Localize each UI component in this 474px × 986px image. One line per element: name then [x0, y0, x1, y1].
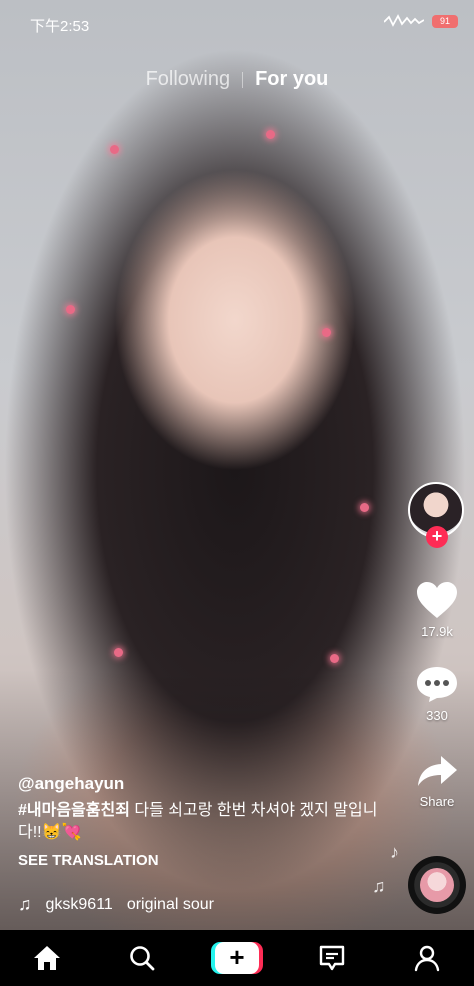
inbox-icon: [319, 945, 344, 971]
status-bar: 下午2:53 91: [0, 0, 474, 44]
share-button[interactable]: Share: [412, 752, 462, 809]
comment-button[interactable]: 330: [412, 664, 462, 723]
status-time: 下午2:53: [30, 18, 90, 35]
music-disc-cover: [420, 868, 454, 902]
music-author: gksk9611: [45, 895, 113, 913]
tab-divider: [242, 71, 244, 88]
nav-profile[interactable]: [397, 930, 457, 986]
music-note-icon: ♫: [18, 894, 32, 914]
share-icon: [418, 756, 457, 786]
nav-create[interactable]: +: [207, 930, 267, 986]
video-description: #내마음을훔친죄 다들 쇠고랑 한번 차셔야 겠지 말입니다!!😸💘: [18, 800, 378, 844]
battery-icon: 91: [432, 14, 458, 28]
creator-username[interactable]: @angehayun: [18, 774, 378, 794]
sparkle-decoration: [114, 648, 123, 657]
profile-icon: [414, 945, 439, 972]
creator-avatar-button[interactable]: +: [408, 482, 466, 548]
create-plus-label: +: [214, 942, 259, 974]
comment-count: 330: [426, 708, 448, 723]
hashtag-link[interactable]: #내마음을훔친죄: [18, 802, 130, 819]
nav-discover[interactable]: [112, 930, 172, 986]
sparkle-decoration: [110, 145, 119, 154]
search-icon: [130, 946, 155, 971]
music-row[interactable]: ♫ gksk9611 original sour: [18, 894, 214, 915]
nav-inbox[interactable]: [302, 930, 362, 986]
sparkle-decoration: [360, 503, 369, 512]
share-label: Share: [419, 794, 455, 809]
heart-icon: [417, 582, 457, 618]
create-icon: +: [210, 942, 263, 974]
tab-following[interactable]: Following: [146, 68, 230, 91]
music-note-icon: ♫: [372, 876, 386, 896]
sparkle-decoration: [66, 305, 75, 314]
nav-home[interactable]: [17, 930, 77, 986]
sparkle-decoration: [322, 328, 331, 337]
music-disc-button[interactable]: [408, 856, 466, 914]
like-count: 17.9k: [421, 624, 453, 639]
bottom-nav: +: [0, 930, 474, 986]
home-icon: [34, 946, 61, 970]
music-title: original sour: [126, 895, 214, 913]
music-note-icon: ♪: [390, 842, 399, 862]
follow-button[interactable]: +: [426, 526, 448, 548]
see-translation-button[interactable]: SEE TRANSLATION: [18, 852, 378, 869]
signal-icon: [384, 14, 424, 27]
tab-for-you[interactable]: For you: [255, 68, 328, 91]
like-button[interactable]: 17.9k: [412, 580, 462, 639]
comment-icon: [417, 667, 457, 702]
video-caption: @angehayun #내마음을훔친죄 다들 쇠고랑 한번 차셔야 겠지 말입니…: [18, 774, 378, 869]
feed-tabs: Following For you: [0, 68, 474, 91]
status-icons: 91: [384, 14, 458, 28]
sparkle-decoration: [330, 654, 339, 663]
sparkle-decoration: [266, 130, 275, 139]
